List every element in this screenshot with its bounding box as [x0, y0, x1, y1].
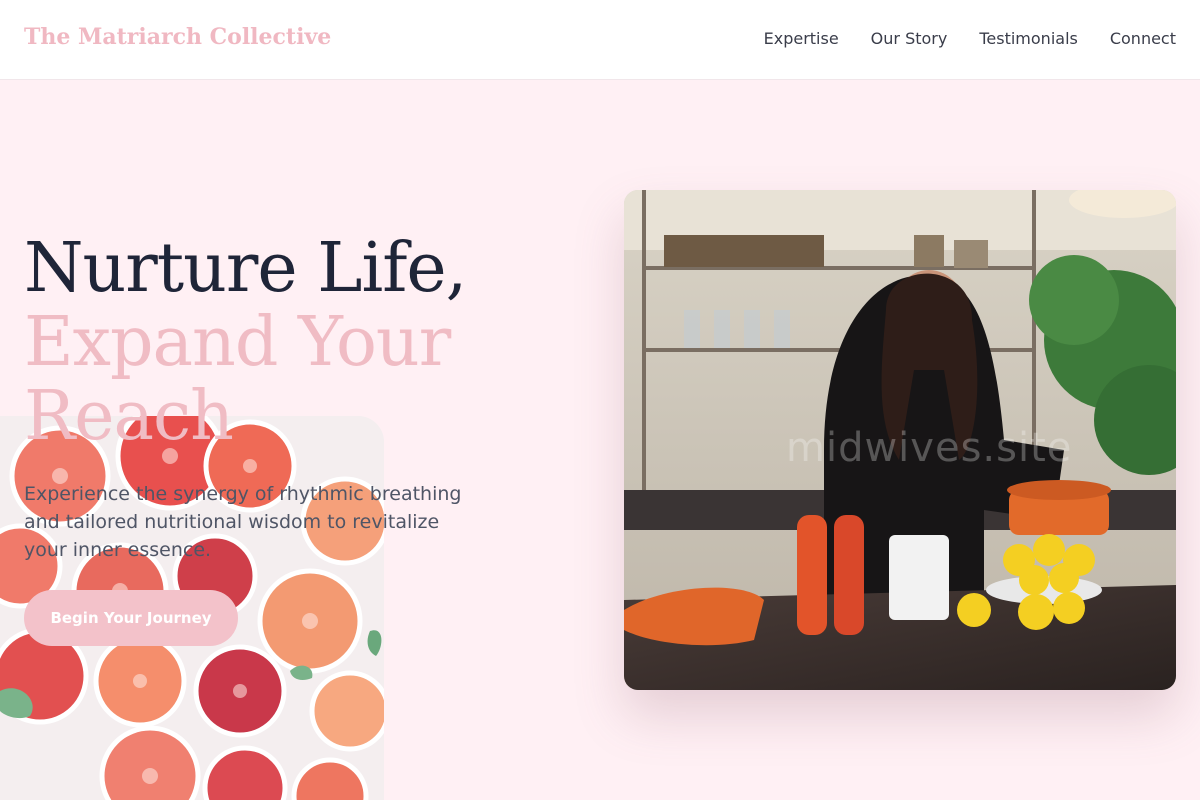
nav-link-connect[interactable]: Connect — [1110, 29, 1176, 48]
brand-logo-text[interactable]: The Matriarch Collective — [24, 24, 331, 50]
nav-link-expertise[interactable]: Expertise — [764, 29, 839, 48]
headline-line-1: Nurture Life, — [24, 229, 467, 308]
top-navbar: The Matriarch Collective Expertise Our S… — [0, 0, 1200, 80]
nav-link-our-story[interactable]: Our Story — [871, 29, 948, 48]
begin-journey-button[interactable]: Begin Your Journey — [24, 590, 238, 646]
hero-text-block: Nurture Life, Expand Your Reach Experien… — [24, 232, 494, 646]
main-nav: Expertise Our Story Testimonials Connect — [764, 29, 1176, 48]
image-watermark: midwives.site — [786, 425, 1073, 471]
hero-headline: Nurture Life, Expand Your Reach — [24, 232, 494, 454]
nav-link-testimonials[interactable]: Testimonials — [979, 29, 1078, 48]
hero-subtext: Experience the synergy of rhythmic breat… — [24, 483, 462, 561]
headline-line-2: Expand Your Reach — [24, 303, 451, 456]
